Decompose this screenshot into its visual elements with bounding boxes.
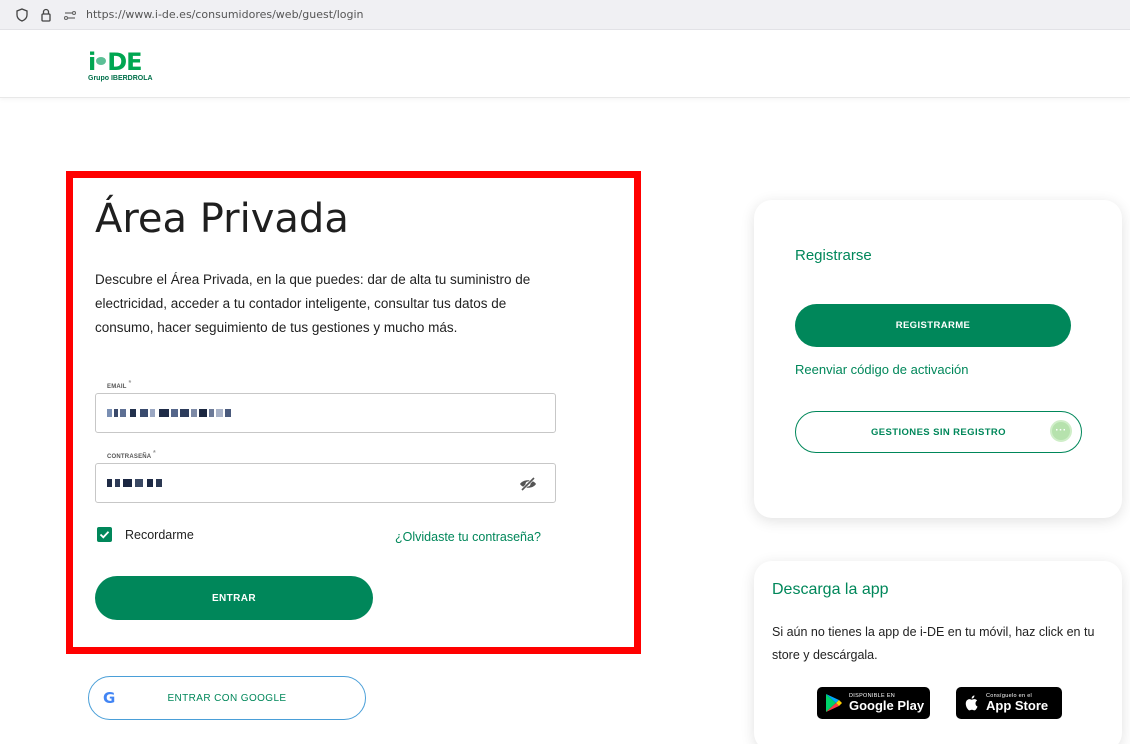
lock-icon[interactable] [38, 7, 54, 23]
password-obscured-value [107, 479, 167, 487]
google-login-label: ENTRAR CON GOOGLE [167, 692, 287, 704]
no-register-button[interactable]: GESTIONES SIN REGISTRO ··· [795, 411, 1082, 453]
login-panel: Área Privada Descubre el Área Privada, e… [66, 171, 641, 654]
email-field[interactable] [95, 393, 556, 433]
required-mark: * [153, 450, 156, 457]
logo-subtitle: Grupo IBERDROLA [88, 75, 153, 82]
resend-activation-link[interactable]: Reenviar código de activación [795, 362, 968, 377]
google-play-big-text: Google Play [849, 698, 925, 713]
logo-dot [96, 57, 107, 65]
register-title: Registrarse [795, 247, 872, 264]
register-card: Registrarse REGISTRARME Reenviar código … [754, 200, 1122, 518]
site-info-icon[interactable] [62, 7, 78, 23]
remember-label[interactable]: Recordarme [125, 528, 194, 542]
apple-icon [965, 695, 978, 711]
no-register-label: GESTIONES SIN REGISTRO [871, 426, 1006, 438]
google-login-button[interactable]: G ENTRAR CON GOOGLE [88, 676, 366, 720]
page-title: Área Privada [95, 196, 349, 242]
google-icon: G [103, 689, 116, 707]
login-description: Descubre el Área Privada, en la que pued… [95, 272, 531, 335]
email-label-text: EMAIL [107, 384, 127, 390]
app-download-title: Descarga la app [772, 581, 889, 598]
google-play-icon [826, 694, 842, 712]
forgot-password-link[interactable]: ¿Olvidaste tu contraseña? [395, 530, 541, 544]
app-store-big-text: App Store [986, 698, 1049, 713]
password-label: CONTRASEÑA * [107, 450, 156, 460]
ide-logo[interactable]: i DE Grupo IBERDROLA [88, 50, 153, 82]
password-label-text: CONTRASEÑA [107, 454, 152, 460]
shield-icon[interactable] [14, 7, 30, 23]
app-store-badge[interactable]: Consíguelo en el App Store [956, 687, 1062, 719]
browser-url-bar[interactable]: https://www.i-de.es/consumidores/web/gue… [0, 0, 1130, 30]
remember-checkbox[interactable] [97, 527, 112, 542]
url-text[interactable]: https://www.i-de.es/consumidores/web/gue… [86, 8, 364, 21]
google-play-badge[interactable]: DISPONIBLE EN Google Play [817, 687, 930, 719]
more-icon: ··· [1050, 420, 1072, 442]
email-label: EMAIL * [107, 380, 131, 390]
required-mark: * [128, 380, 132, 387]
app-download-description: Si aún no tienes la app de i-DE en tu mó… [772, 625, 1095, 662]
logo-letter-i: i [88, 48, 96, 76]
register-button[interactable]: REGISTRARME [795, 304, 1071, 347]
email-obscured-value [107, 409, 237, 417]
password-field[interactable] [95, 463, 556, 503]
app-download-card: Descarga la app Si aún no tienes la app … [754, 561, 1122, 744]
logo-letters-de: DE [107, 48, 142, 76]
eye-off-icon[interactable] [519, 476, 537, 492]
login-button[interactable]: ENTRAR [95, 576, 373, 620]
site-header: i DE Grupo IBERDROLA [0, 30, 1130, 98]
check-icon [99, 531, 110, 539]
